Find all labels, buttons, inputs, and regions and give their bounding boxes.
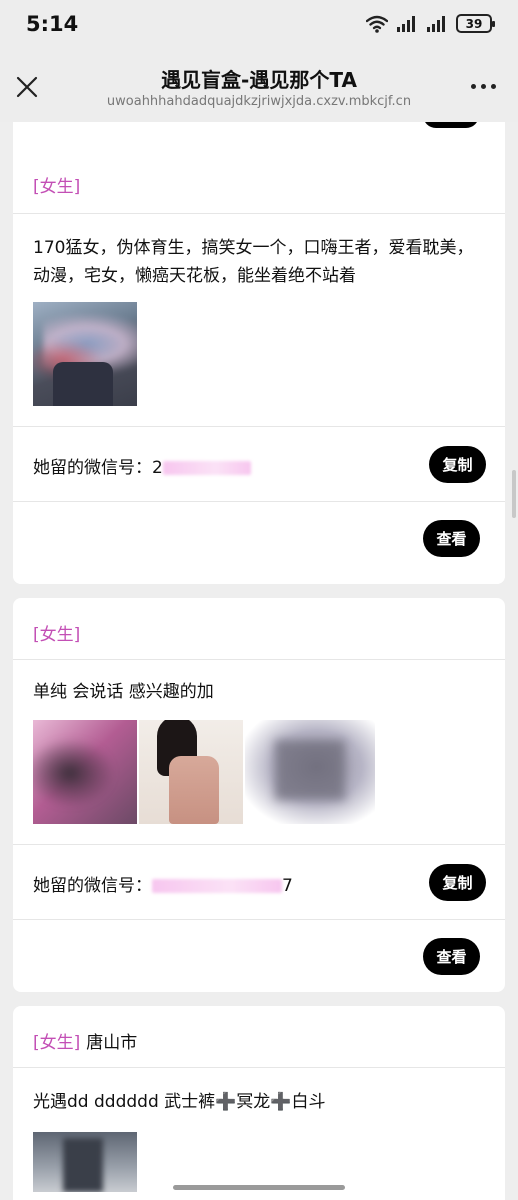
photo-row xyxy=(13,706,505,824)
city-label: 唐山市 xyxy=(86,1033,138,1053)
wechat-label: 她留的微信号： 7 xyxy=(33,871,293,896)
photo-thumbnail[interactable] xyxy=(33,302,137,406)
wifi-icon xyxy=(366,15,388,33)
wechat-id-masked xyxy=(162,461,251,475)
more-icon[interactable] xyxy=(471,84,496,89)
home-indicator xyxy=(173,1185,345,1190)
content-scroll[interactable]: [女生] 170猛女，伪体育生，搞笑女一个，口嗨王者，爱看耽美，动漫，宅女，懒癌… xyxy=(0,122,518,1200)
copy-button[interactable]: 复制 xyxy=(429,446,486,483)
view-button-partial[interactable] xyxy=(423,122,479,128)
wechat-row: 她留的微信号： 7 复制 xyxy=(13,844,505,920)
battery-level: 39 xyxy=(465,16,483,31)
profile-card-2: [女生] 单纯 会说话 感兴趣的加 她留的微信号： 7 复制 查看 xyxy=(13,598,505,992)
battery-icon: 39 xyxy=(456,14,495,33)
status-time: 5:14 xyxy=(26,12,79,36)
wechat-label-text: 她留的微信号： xyxy=(33,458,152,478)
photo-thumbnail[interactable] xyxy=(245,720,375,824)
card-header: [女生] xyxy=(13,598,505,660)
wechat-id-masked xyxy=(152,879,282,893)
wechat-label: 她留的微信号：2 xyxy=(33,453,251,478)
scroll-indicator xyxy=(512,470,516,518)
page-title: 遇见盲盒-遇见那个TA xyxy=(161,68,357,92)
page-url: uwoahhhahdadquajdkzjriwjxjda.cxzv.mbkcjf… xyxy=(106,94,412,109)
card-description: 单纯 会说话 感兴趣的加 xyxy=(33,682,214,702)
card-description: 170猛女，伪体育生，搞笑女一个，口嗨王者，爱看耽美，动漫，宅女，懒癌天花板，能… xyxy=(33,238,474,286)
card-header: [女生] 唐山市 xyxy=(13,1006,505,1068)
view-button[interactable]: 查看 xyxy=(423,520,480,557)
copy-button[interactable]: 复制 xyxy=(429,864,486,901)
card-description: 光遇dd dddddd 武士裤➕冥龙➕白斗 xyxy=(33,1092,326,1112)
gender-tag: [女生] xyxy=(33,625,81,645)
profile-card-3: [女生] 唐山市 光遇dd dddddd 武士裤➕冥龙➕白斗 xyxy=(13,1006,505,1200)
view-button[interactable]: 查看 xyxy=(423,938,480,975)
wechat-visible-suffix: 7 xyxy=(282,876,293,896)
signal-icon xyxy=(397,15,415,32)
photo-row xyxy=(13,1116,505,1192)
signal-icon-2 xyxy=(427,15,445,32)
gender-tag: [女生] xyxy=(33,1033,81,1053)
photo-thumbnail[interactable] xyxy=(33,720,137,824)
card-header: [女生] xyxy=(13,150,505,214)
wechat-label-text: 她留的微信号： xyxy=(33,876,152,896)
photo-thumbnail[interactable] xyxy=(139,720,243,824)
photo-thumbnail[interactable] xyxy=(33,1132,137,1192)
view-row: 查看 xyxy=(13,920,505,996)
profile-card-1: [女生] 170猛女，伪体育生，搞笑女一个，口嗨王者，爱看耽美，动漫，宅女，懒癌… xyxy=(13,150,505,584)
status-bar: 5:14 39 xyxy=(0,0,518,50)
gender-tag: [女生] xyxy=(33,177,81,197)
wechat-visible-prefix: 2 xyxy=(152,458,163,478)
photo-row xyxy=(13,290,505,406)
view-row: 查看 xyxy=(13,502,505,578)
close-icon[interactable] xyxy=(14,74,40,100)
nav-bar: 遇见盲盒-遇见那个TA uwoahhhahdadquajdkzjriwjxjda… xyxy=(0,50,518,122)
wechat-row: 她留的微信号：2 复制 xyxy=(13,426,505,502)
status-icons: 39 xyxy=(366,14,495,33)
